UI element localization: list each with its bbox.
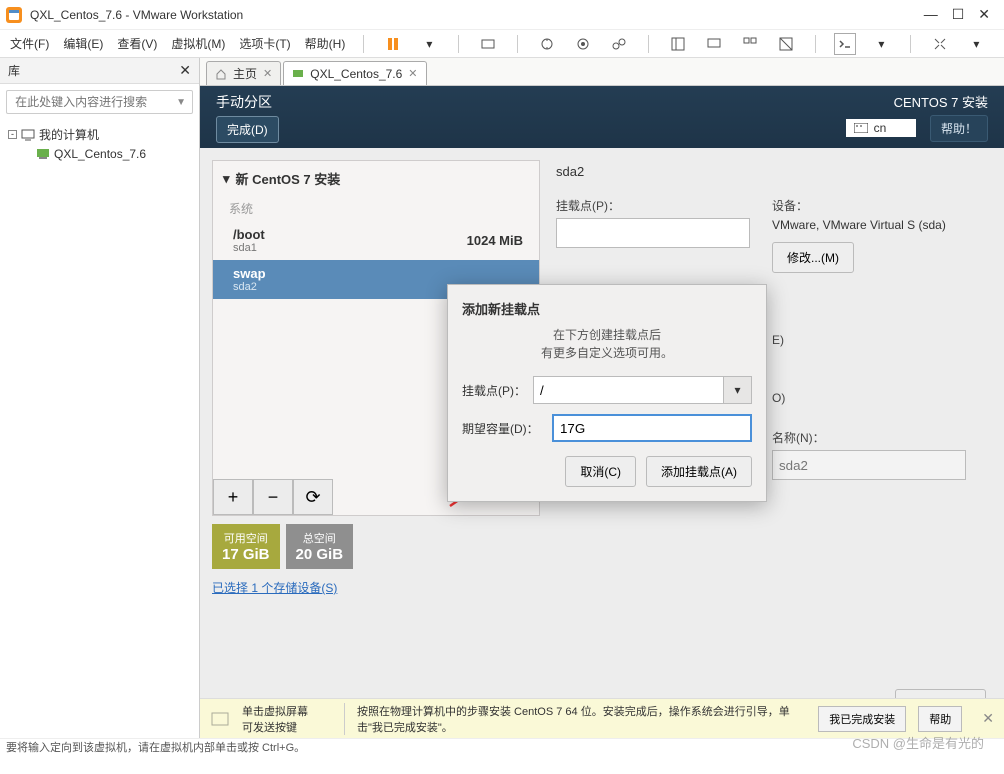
search-input[interactable] [15,95,170,109]
status-text: 要将输入定向到该虚拟机，请在虚拟机内部单击或按 Ctrl+G。 [6,739,305,755]
dialog-cancel-button[interactable]: 取消(C) [565,456,636,487]
partition-boot[interactable]: /bootsda1 1024 MiB [213,221,539,260]
tree-root-label: 我的计算机 [39,126,99,143]
remove-partition-button[interactable]: − [253,479,293,515]
dialog-description: 在下方创建挂载点后有更多自定义选项可用。 [462,326,752,362]
mount-label: 挂载点(P)： [556,197,772,214]
minimize-icon[interactable]: — [924,6,938,23]
send-ctrlaltdel-icon[interactable] [477,33,499,55]
name-label: 名称(N)： [772,429,988,446]
watermark: CSDN @生命是有光的 [852,733,984,752]
device-label: 设备： [772,197,988,214]
dialog-size-input[interactable] [552,414,752,442]
computer-icon [21,129,35,141]
dialog-mount-input[interactable] [533,376,724,404]
pause-icon[interactable] [382,33,404,55]
chevron-down-icon: ▾ [223,171,230,187]
device-info: VMware, VMware Virtual S (sda) [772,218,988,232]
toolbar-dropdown-icon[interactable]: ▾ [418,33,440,55]
hint-help-button[interactable]: 帮助 [918,706,962,732]
add-partition-button[interactable]: + [213,479,253,515]
hint-icon [210,709,230,729]
workspace-tabs: 主页 ✕ QXL_Centos_7.6 ✕ [200,58,1004,86]
view-console-icon[interactable] [703,33,725,55]
view-thumbnail-icon[interactable] [739,33,761,55]
close-icon[interactable]: ✕ [978,6,990,23]
menu-help[interactable]: 帮助(H) [305,35,346,52]
library-sidebar: 库 ✕ ▼ - 我的计算机 QXL_Centos_7.6 [0,58,200,738]
add-mount-dialog: 添加新挂载点 在下方创建挂载点后有更多自定义选项可用。 挂载点(P)： ▾ 期望… [447,284,767,502]
menu-edit[interactable]: 编辑(E) [63,35,103,52]
home-icon [215,68,227,80]
mount-input[interactable] [556,218,750,248]
hint-close-icon[interactable]: ✕ [982,710,994,727]
modify-button[interactable]: 修改...(M) [772,242,854,273]
window-titlebar: QXL_Centos_7.6 - VMware Workstation — ☐ … [0,0,1004,30]
window-title: QXL_Centos_7.6 - VMware Workstation [30,8,924,22]
tree-collapse-icon[interactable]: - [8,130,17,139]
app-icon [6,7,22,23]
new-install-header[interactable]: ▾ 新 CentOS 7 安装 [213,161,539,196]
menubar: 文件(F) 编辑(E) 查看(V) 虚拟机(M) 选项卡(T) 帮助(H) ▾ … [0,30,1004,58]
menu-vm[interactable]: 虚拟机(M) [171,35,225,52]
snapshot-revert-icon[interactable] [608,33,630,55]
dialog-mount-label: 挂载点(P)： [462,382,533,399]
snapshot-icon[interactable] [536,33,558,55]
sidebar-close-icon[interactable]: ✕ [179,62,191,79]
menu-view[interactable]: 查看(V) [117,35,157,52]
total-space: 总空间 20 GiB [286,524,354,569]
keyboard-icon [854,123,868,133]
vm-tab-icon [292,68,304,80]
dialog-title: 添加新挂载点 [462,299,752,318]
partition-heading: sda2 [556,164,988,179]
tab-vm[interactable]: QXL_Centos_7.6 ✕ [283,61,426,85]
finished-install-button[interactable]: 我已完成安装 [818,706,906,732]
storage-devices-link[interactable]: 已选择 1 个存储设备(S) [212,579,337,596]
hint-click-text: 单击虚拟屏幕可发送按键 [242,703,332,735]
name-input [772,450,966,480]
search-dropdown-icon[interactable]: ▼ [170,97,192,108]
installer-subtitle: CENTOS 7 安装 [846,92,988,111]
view-unity-icon[interactable] [775,33,797,55]
dialog-add-button[interactable]: 添加挂载点(A) [646,456,752,487]
hint-bar: 单击虚拟屏幕可发送按键 按照在物理计算机中的步骤安装 CentOS 7 64 位… [200,698,1004,738]
tab-close-icon[interactable]: ✕ [263,67,272,80]
toolbar-dropdown2-icon[interactable]: ▾ [870,33,892,55]
installer-header: 手动分区 完成(D) CENTOS 7 安装 cn 帮助！ [200,86,1004,148]
available-space: 可用空间 17 GiB [212,524,280,569]
menu-tabs[interactable]: 选项卡(T) [239,35,290,52]
tree-vm-label: QXL_Centos_7.6 [54,147,146,161]
maximize-icon[interactable]: ☐ [952,6,965,23]
help-button[interactable]: 帮助！ [930,115,988,142]
hint-install-text: 按照在物理计算机中的步骤安装 CentOS 7 64 位。安装完成后，操作系统会… [344,703,806,735]
library-search[interactable]: ▼ [6,90,193,114]
reload-partition-button[interactable]: ⟳ [293,479,333,515]
snapshot-manage-icon[interactable] [572,33,594,55]
tree-root[interactable]: - 我的计算机 [8,124,191,145]
stretch-icon[interactable] [929,33,951,55]
tab-home[interactable]: 主页 ✕ [206,61,281,85]
system-category: 系统 [213,196,539,221]
toolbar-dropdown3-icon[interactable]: ▾ [965,33,987,55]
vm-icon [36,148,50,160]
dialog-size-label: 期望容量(D)： [462,420,552,437]
tab-close-icon[interactable]: ✕ [408,67,417,80]
fullscreen-icon[interactable] [834,33,856,55]
dialog-mount-dropdown[interactable]: ▾ [724,376,752,404]
done-button[interactable]: 完成(D) [216,116,279,143]
menu-file[interactable]: 文件(F) [10,35,49,52]
library-title: 库 [8,62,20,79]
installer-title: 手动分区 [216,92,279,112]
tree-vm-item[interactable]: QXL_Centos_7.6 [8,145,191,163]
keyboard-layout[interactable]: cn [846,119,917,137]
view-single-icon[interactable] [667,33,689,55]
